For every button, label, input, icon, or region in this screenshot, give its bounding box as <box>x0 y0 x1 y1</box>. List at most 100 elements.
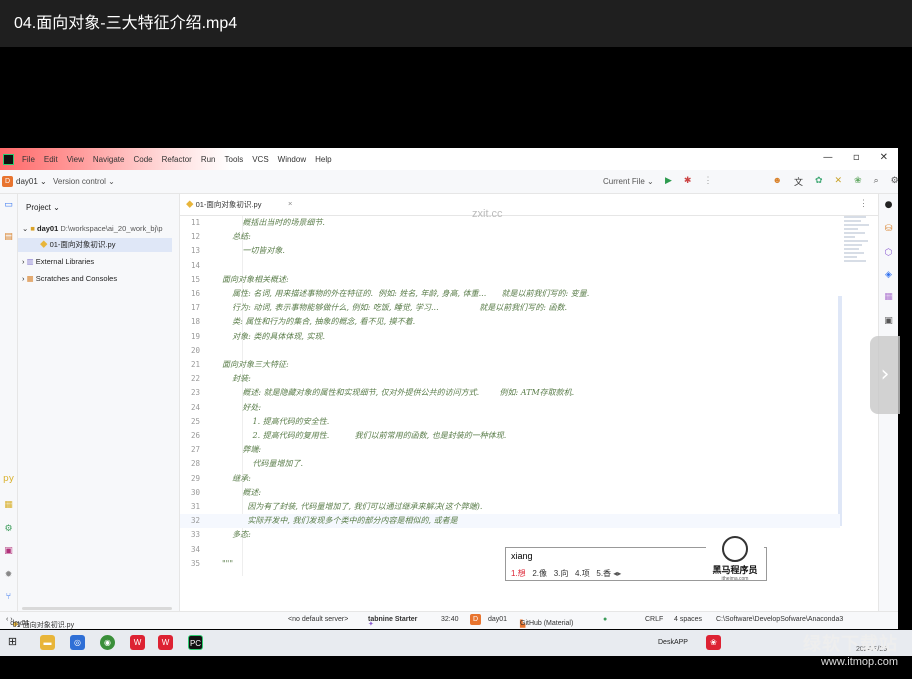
ime-page-arrows-icon[interactable]: ◂▸ <box>613 569 621 578</box>
preview-icon[interactable]: ▣ <box>883 316 894 327</box>
minimize-button[interactable]: — <box>823 152 833 163</box>
ai-assistant-icon[interactable]: ✿ <box>815 175 823 188</box>
problems-icon[interactable]: ✹ <box>3 570 14 581</box>
code-line[interactable]: 11 概括出当时的场景细节. <box>180 216 840 230</box>
line-number: 25 <box>190 416 200 426</box>
code-line[interactable]: 28 代码量增加了. <box>180 457 840 471</box>
next-arrow-icon[interactable]: › <box>870 336 900 414</box>
project-tool-icon[interactable]: ▭ <box>3 200 14 211</box>
code-with-me-icon[interactable]: ☻ <box>772 175 781 188</box>
line-number: 22 <box>190 374 200 384</box>
code-line[interactable]: 18 类: 属性和行为的集合, 抽象的概念, 看不见, 摸不着. <box>180 315 840 329</box>
bookmarks-icon[interactable]: ▤ <box>3 232 14 243</box>
more-icon[interactable]: ⋮ <box>703 175 712 188</box>
code-line[interactable]: 29 继承: <box>180 472 840 486</box>
tree-external-libraries[interactable]: › ▥ External Libraries <box>22 255 94 269</box>
breadcrumb[interactable]: ‹ day01 › ◆ 01-面向对象初识.py <box>6 616 74 629</box>
code-line[interactable]: 15 面向对象相关概述: <box>180 273 840 287</box>
settings-icon[interactable]: ⚙ <box>891 175 899 188</box>
code-line[interactable]: 21 面向对象三大特征: <box>180 358 840 372</box>
wps-icon[interactable]: W <box>130 635 145 650</box>
tree-file-item[interactable]: ◆ 01-面向对象初识.py <box>18 238 172 252</box>
code-line[interactable]: 14 <box>180 259 840 273</box>
menu-vcs[interactable]: VCS <box>252 155 268 164</box>
menu-edit[interactable]: Edit <box>44 155 58 164</box>
sciview-icon[interactable]: ⬡ <box>883 248 894 259</box>
tree-scratches[interactable]: › ▦ Scratches and Consoles <box>22 272 117 286</box>
vcs-selector[interactable]: Version control ⌄ <box>53 177 115 186</box>
code-line[interactable]: 19 对象: 类的具体体现, 实现. <box>180 330 840 344</box>
code-line[interactable]: 16 属性: 名词, 用来描述事物的外在特征的. 例如: 姓名, 年龄, 身高,… <box>180 287 840 301</box>
code-line[interactable]: 30 概述: <box>180 486 840 500</box>
tree-root-day01[interactable]: ⌄ ■ day01 D:\workspace\ai_20_work_bj\p <box>22 222 163 236</box>
code-line[interactable]: 24 好处: <box>180 401 840 415</box>
database-icon[interactable]: ⛁ <box>883 224 894 235</box>
tab-close-icon[interactable]: × <box>288 199 292 208</box>
tabnine-status[interactable]: ✦ tabnine Starter <box>368 616 417 628</box>
search-icon[interactable]: ⌕ <box>874 175 879 188</box>
ime-candidate[interactable]: 1.想 <box>511 569 526 578</box>
file-explorer-icon[interactable]: ▬ <box>40 635 55 650</box>
code-line[interactable]: 32 实际开发中, 我们发现多个类中的部分内容是相似的, 或者是 <box>180 514 840 529</box>
ime-candidate[interactable]: 5.香 <box>596 569 611 578</box>
services-icon[interactable]: ▦ <box>3 500 14 511</box>
structure-icon[interactable]: ▦ <box>883 292 894 303</box>
git-icon[interactable]: ⑂ <box>3 592 14 603</box>
run-icon[interactable]: ▶ <box>665 175 672 188</box>
code-line[interactable]: 20 <box>180 344 840 358</box>
run-config-selector[interactable]: Current File ⌄ <box>603 177 654 186</box>
menu-tools[interactable]: Tools <box>225 155 244 164</box>
notifications-icon[interactable]: ● <box>883 200 894 211</box>
windows-start-icon[interactable]: ⊞ <box>5 635 20 650</box>
project-panel-header[interactable]: Project ⌄ <box>26 203 60 212</box>
project-panel-scrollbar[interactable] <box>22 607 172 610</box>
git-status-icon[interactable]: ● <box>603 616 607 623</box>
server-status[interactable]: <no default server> <box>288 616 348 623</box>
translate-icon[interactable]: 文 <box>794 175 803 188</box>
close-button[interactable]: ✕ <box>880 152 888 163</box>
maximize-button[interactable]: ▫ <box>853 152 860 163</box>
menu-refactor[interactable]: Refactor <box>162 155 192 164</box>
menu-help[interactable]: Help <box>315 155 331 164</box>
code-line[interactable]: 27 弊端: <box>180 443 840 457</box>
menu-code[interactable]: Code <box>133 155 152 164</box>
pycharm-taskbar-icon[interactable]: PC <box>188 635 203 650</box>
code-line[interactable]: 26 2. 提高代码的复用性. 我们以前常用的函数, 也是封装的一种体现. <box>180 429 840 443</box>
app-icon[interactable]: ◎ <box>70 635 85 650</box>
code-line[interactable]: 13 一切皆对象. <box>180 244 840 258</box>
python-packages-icon[interactable]: ⚙ <box>3 524 14 535</box>
ime-candidate[interactable]: 4.项 <box>575 569 590 578</box>
debug-icon[interactable]: ✱ <box>684 175 692 188</box>
tray-app-icon[interactable]: ❀ <box>706 635 721 650</box>
ai-chat-icon[interactable]: ◈ <box>883 270 894 281</box>
menu-file[interactable]: File <box>22 155 35 164</box>
interpreter-status[interactable]: C:\Software\DevelopSofware\Anaconda3 <box>716 616 843 623</box>
menu-window[interactable]: Window <box>278 155 306 164</box>
project-selector[interactable]: day01 ⌄ <box>16 177 47 186</box>
menu-navigate[interactable]: Navigate <box>93 155 125 164</box>
cursor-position[interactable]: 32:40 <box>441 616 459 623</box>
terminal-icon[interactable]: ▣ <box>3 546 14 557</box>
ime-candidate[interactable]: 3.向 <box>554 569 569 578</box>
code-minimap[interactable] <box>844 216 872 306</box>
code-line[interactable]: 22 封装: <box>180 372 840 386</box>
code-line[interactable]: 17 行为: 动词, 表示事物能够做什么, 例如: 吃饭, 睡觉, 学习... … <box>180 301 840 315</box>
code-line[interactable]: 31 因为有了封装, 代码量增加了, 我们可以通过继承来解决(这个弊端). <box>180 500 840 514</box>
deskapp-label[interactable]: DeskAPP <box>658 639 688 646</box>
ime-candidate[interactable]: 2.像 <box>532 569 547 578</box>
chrome-icon[interactable]: ◉ <box>100 635 115 650</box>
menu-run[interactable]: Run <box>201 155 216 164</box>
code-line[interactable]: 23 概述: 就是隐藏对象的属性和实现细节, 仅对外提供公共的访问方式. 例如:… <box>180 386 840 400</box>
code-line[interactable]: 12 总结: <box>180 230 840 244</box>
editor-tab-active[interactable]: ◆ 01-面向对象初识.py <box>186 199 261 210</box>
python-console-icon[interactable]: py <box>3 474 14 485</box>
code-line[interactable]: 25 1. 提高代码的安全性. <box>180 415 840 429</box>
menu-view[interactable]: View <box>67 155 84 164</box>
tab-more-icon[interactable]: ⋮ <box>859 198 868 209</box>
indent-setting[interactable]: 4 spaces <box>674 616 702 623</box>
tools-icon[interactable]: ✕ <box>835 175 843 188</box>
plugin-icon[interactable]: ❀ <box>854 175 862 188</box>
line-separator[interactable]: CRLF <box>645 616 663 623</box>
status-project[interactable]: day01 <box>488 616 507 623</box>
wps-office-icon[interactable]: W <box>158 635 173 650</box>
